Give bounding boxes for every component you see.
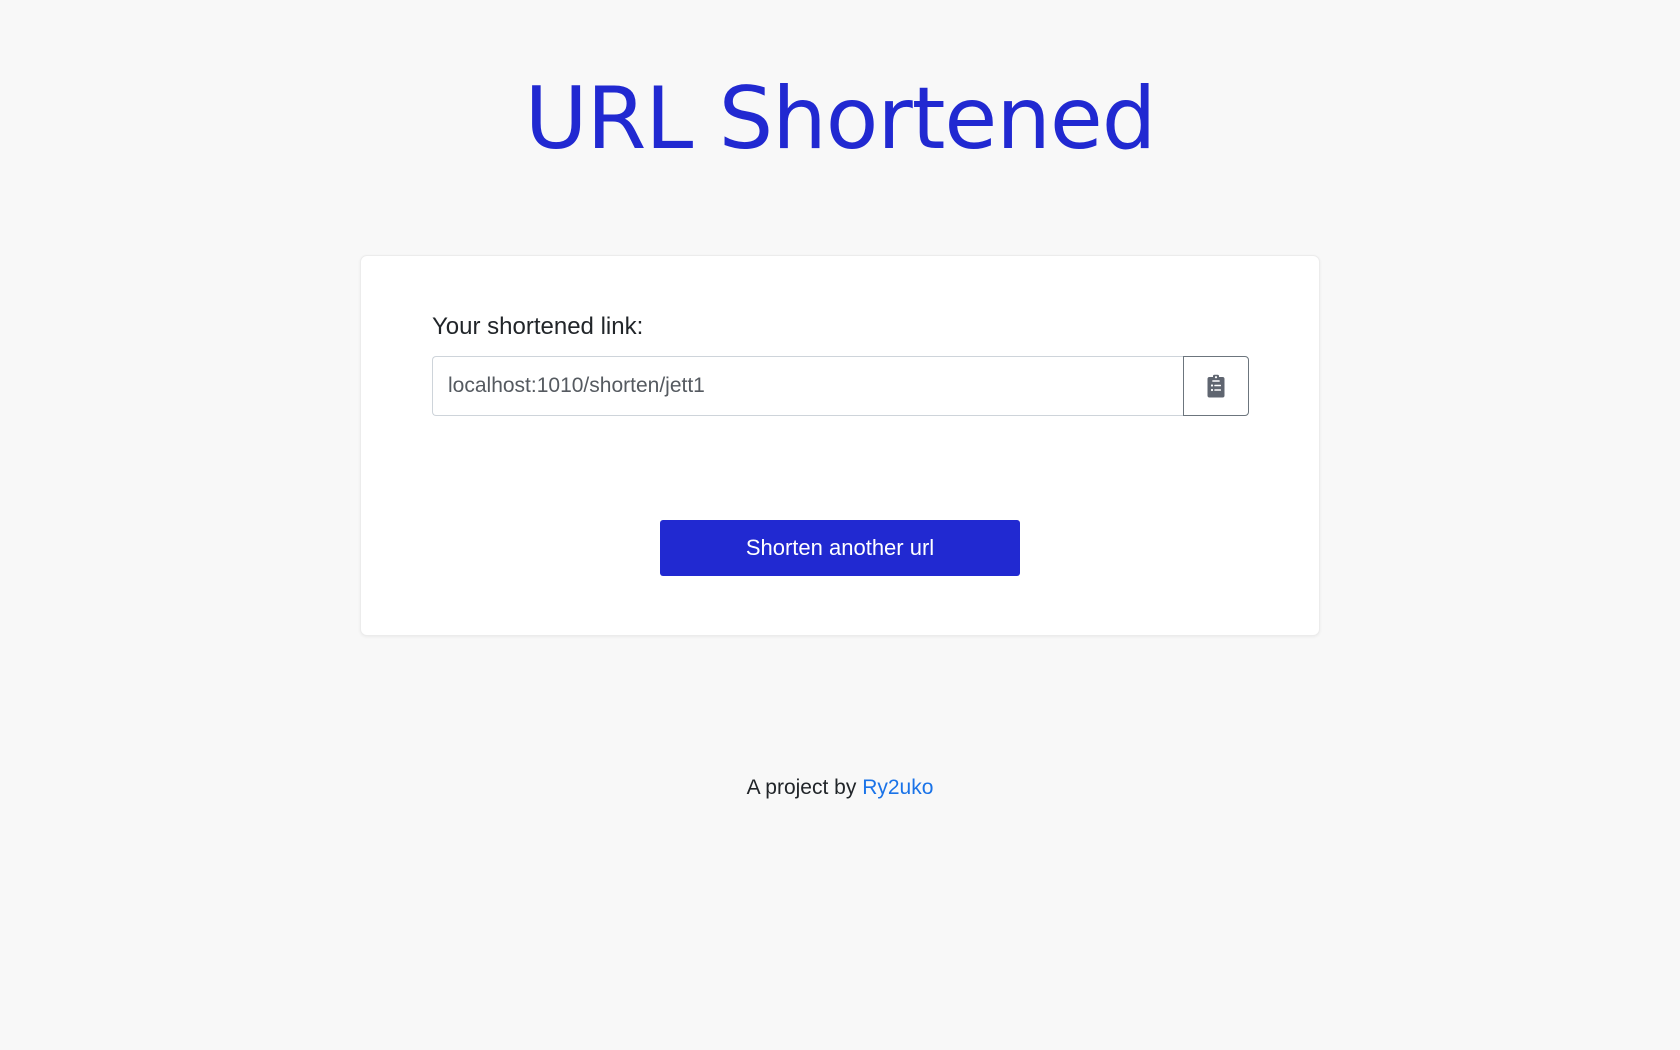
footer: A project by Ry2uko [0, 774, 1680, 802]
shortened-link-input[interactable] [432, 356, 1183, 416]
shortened-link-input-group [432, 356, 1249, 416]
footer-prefix: A project by [746, 776, 857, 799]
shortened-link-label: Your shortened link: [432, 313, 644, 340]
shorten-another-button[interactable]: Shorten another url [660, 520, 1020, 576]
result-card: Your shortened link: Shorten another url [360, 255, 1320, 636]
copy-button[interactable] [1183, 356, 1249, 416]
clipboard-list-icon [1207, 374, 1225, 398]
author-link[interactable]: Ry2uko [862, 776, 933, 799]
page-title: URL Shortened [524, 69, 1157, 169]
